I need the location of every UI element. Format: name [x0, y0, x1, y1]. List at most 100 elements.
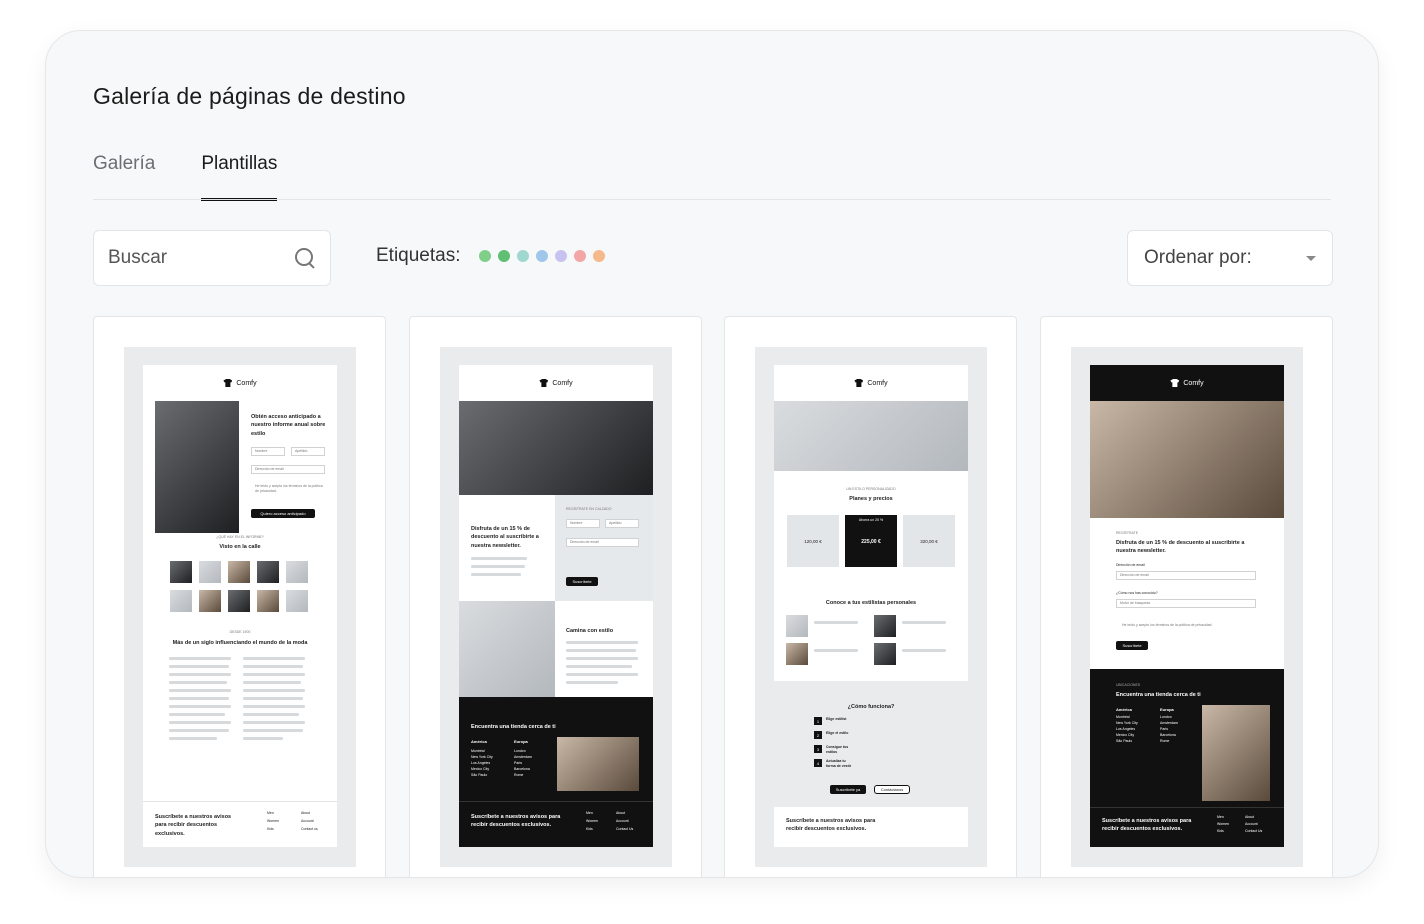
- text-line: [169, 737, 217, 740]
- email-field: Dirección de email: [1116, 571, 1256, 580]
- tab-galeria[interactable]: Galería: [93, 153, 155, 201]
- shirt-logo-icon: [539, 379, 549, 387]
- text-line: [243, 721, 305, 724]
- city: Barcelona: [1160, 733, 1176, 737]
- email-preview: Comfy UN ESTILO PERSONALIZADO Planes y p…: [774, 365, 968, 681]
- brand-name: Comfy: [236, 379, 257, 387]
- text-line: [169, 673, 231, 676]
- sort-dropdown[interactable]: Ordenar por:: [1127, 230, 1333, 286]
- footer-text: Suscríbete a nuestros avisos para recibi…: [155, 814, 232, 837]
- section-title: Visto en la calle: [219, 544, 261, 550]
- text-line: [902, 621, 946, 624]
- text-line: [169, 713, 225, 716]
- search-box[interactable]: [93, 230, 331, 286]
- template-card-4[interactable]: Comfy REGÍSTRATE Disfruta de un 15 % de …: [1040, 316, 1333, 877]
- email-header: Comfy: [774, 365, 968, 401]
- city: Barcelona: [514, 767, 530, 771]
- city: Rome: [1160, 739, 1170, 743]
- text-line: [243, 697, 303, 700]
- template-card-2[interactable]: Comfy Disfruta de un 15 % de descuento a…: [409, 316, 702, 877]
- cta-button: Quiero acceso anticipado: [251, 509, 315, 518]
- template-card-3[interactable]: Comfy UN ESTILO PERSONALIZADO Planes y p…: [724, 316, 1017, 877]
- tag-color-dot-6[interactable]: [573, 250, 586, 262]
- city: Los Angeles: [1116, 727, 1136, 731]
- city: São Paulo: [1116, 739, 1133, 743]
- footer-link: Contact us: [301, 827, 318, 831]
- email-header: Comfy: [1090, 365, 1284, 401]
- store-title: Encuentra una tienda cerca de ti: [1116, 692, 1201, 698]
- city: Amsterdam: [514, 755, 532, 759]
- footer-link: Contact Us: [616, 827, 634, 831]
- hero-photo: [1090, 401, 1284, 518]
- search-input[interactable]: [108, 247, 278, 269]
- store-section: Encuentra una tienda cerca de ti América…: [459, 697, 653, 847]
- city: New York City: [471, 755, 493, 759]
- text-line: [243, 713, 299, 716]
- stylist-photo: [874, 643, 896, 665]
- field-placeholder: Apellido: [609, 521, 622, 525]
- hero-photo: [459, 401, 653, 495]
- footer-link: Contact Us: [1245, 829, 1263, 833]
- shoes-photo: [459, 601, 555, 697]
- street-photo: [257, 561, 279, 583]
- tab-plantillas[interactable]: Plantillas: [201, 153, 278, 201]
- kicker: UBICACIONES: [1116, 683, 1141, 687]
- street-photo: [199, 561, 221, 583]
- email-header: Comfy: [143, 365, 337, 401]
- tag-color-dot-7[interactable]: [592, 250, 605, 262]
- text-line: [902, 649, 946, 652]
- tag-filter: Etiquetas:: [376, 245, 605, 267]
- tag-color-dot-1[interactable]: [478, 250, 491, 262]
- field-placeholder: Dirección de email: [1120, 573, 1149, 577]
- text-line: [243, 681, 301, 684]
- city: Los Angeles: [471, 761, 491, 765]
- search-icon[interactable]: [294, 247, 316, 269]
- street-photo: [170, 590, 192, 612]
- tag-color-dot-3[interactable]: [516, 250, 529, 262]
- step-number: 3: [814, 745, 822, 753]
- step-title: Elige estilist: [826, 717, 847, 721]
- text-line: [169, 721, 231, 724]
- text-line: [566, 681, 618, 684]
- cta-button: Suscríbete: [566, 577, 598, 586]
- field-placeholder: Dirección de email: [255, 467, 284, 471]
- template-card-1[interactable]: Comfy Obtén acceso anticipado a nuestro …: [93, 316, 386, 877]
- chevron-down-icon: [1306, 255, 1316, 261]
- step-title: Elige el estilo: [826, 731, 849, 735]
- page-title: Galería de páginas de destino: [93, 83, 406, 109]
- footer-text: Suscríbete a nuestros avisos para recibi…: [471, 814, 561, 829]
- text-line: [243, 665, 303, 668]
- lastname-field: Apellido: [605, 519, 639, 528]
- template-preview-frame: Comfy REGÍSTRATE Disfruta de un 15 % de …: [1071, 347, 1303, 867]
- tag-color-dot-2[interactable]: [497, 250, 510, 262]
- template-preview-frame: Comfy UN ESTILO PERSONALIZADO Planes y p…: [755, 347, 987, 867]
- column-title: América: [1116, 707, 1132, 712]
- discount-badge: Ahorra un 20 %: [858, 518, 884, 522]
- text-line: [566, 641, 638, 644]
- field-placeholder: Apellido: [295, 449, 308, 453]
- template-preview-frame: Comfy Disfruta de un 15 % de descuento a…: [440, 347, 672, 867]
- brand-name: Comfy: [552, 379, 573, 387]
- brand-name: Comfy: [1183, 379, 1204, 387]
- cta-button: Suscríbete: [1116, 641, 1148, 650]
- price-value: 225,00 €: [861, 539, 881, 545]
- lastname-field: Apellido: [291, 447, 325, 456]
- gallery-panel: Galería de páginas de destino Galería Pl…: [45, 30, 1379, 878]
- tabs-divider: [93, 199, 1331, 200]
- email-field: Dirección de email: [251, 465, 325, 474]
- tag-color-dot-5[interactable]: [554, 250, 567, 262]
- consent-text: He leído y acepto los términos de la pol…: [255, 484, 323, 494]
- shirt-logo-icon: [223, 379, 233, 387]
- tag-color-dot-4[interactable]: [535, 250, 548, 262]
- brand-name: Comfy: [867, 379, 888, 387]
- step-number: 2: [814, 731, 822, 739]
- price-card-featured: Ahorra un 20 % 225,00 €: [845, 515, 897, 567]
- how-title: ¿Cómo funciona?: [847, 704, 895, 710]
- text-line: [471, 573, 521, 576]
- footer-link: Women: [586, 819, 598, 823]
- email-header: Comfy: [459, 365, 653, 401]
- footer-link: Men: [1217, 815, 1224, 819]
- street-photo: [170, 561, 192, 583]
- city: Paris: [514, 761, 522, 765]
- text-line: [169, 681, 227, 684]
